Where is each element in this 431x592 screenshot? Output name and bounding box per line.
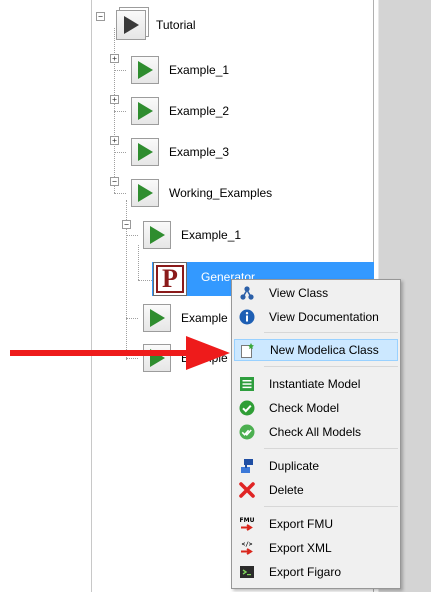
new-class-icon [240, 342, 256, 358]
expand-toggle[interactable]: + [110, 136, 119, 145]
menu-item-export-fmu[interactable]: FMU Export FMU [234, 513, 398, 535]
menu-item-label: Check All Models [269, 425, 362, 439]
tree-left-border [91, 0, 92, 592]
menu-item-label: New Modelica Class [270, 343, 379, 357]
info-icon [239, 309, 255, 325]
tree-item-label: Example_3 [169, 145, 230, 159]
tree-item-label: Working_Examples [169, 186, 273, 200]
tree-item-label: Example [181, 311, 228, 325]
instantiate-icon [239, 376, 255, 392]
menu-item-export-figaro[interactable]: Export Figaro [234, 561, 398, 583]
menu-item-view-class[interactable]: View Class [234, 282, 398, 304]
expand-toggle[interactable]: + [110, 54, 119, 63]
menu-item-label: Check Model [269, 401, 340, 415]
tree-item-label: Tutorial [156, 18, 196, 32]
xml-icon: </> [239, 540, 255, 556]
menu-item-label: View Class [269, 286, 329, 300]
tree-item-label: Example_1 [169, 63, 230, 77]
tree-connector [126, 358, 138, 359]
tree-item-example-a[interactable]: Example [143, 303, 228, 333]
delete-icon [239, 482, 255, 498]
tree-connector [114, 193, 126, 194]
p-class-icon: P [153, 262, 187, 296]
context-menu: View Class View Documentation New Modeli… [231, 279, 401, 589]
tree-item-working-examples[interactable]: Working_Examples [131, 178, 272, 208]
menu-item-label: Duplicate [269, 459, 320, 473]
menu-item-view-documentation[interactable]: View Documentation [234, 306, 398, 328]
model-play-icon [143, 221, 171, 249]
duplicate-icon [239, 458, 255, 474]
tree-item-label: Example_2 [169, 104, 230, 118]
menu-item-label: Instantiate Model [269, 377, 361, 391]
tree-connector [114, 111, 126, 112]
tree-connector [114, 152, 126, 153]
model-play-icon [131, 138, 159, 166]
tree-connector [138, 245, 139, 280]
tree-connector [138, 280, 152, 281]
menu-item-duplicate[interactable]: Duplicate [234, 455, 398, 477]
menu-item-new-modelica-class[interactable]: New Modelica Class [234, 339, 398, 361]
tree-item-tutorial[interactable]: Tutorial [116, 10, 196, 40]
check-icon [239, 400, 255, 416]
menu-item-export-xml[interactable]: </> Export XML [234, 537, 398, 559]
collapse-toggle[interactable]: − [122, 220, 131, 229]
tree-item-example-3[interactable]: Example_3 [131, 137, 229, 167]
model-play-icon [131, 97, 159, 125]
menu-item-delete[interactable]: Delete [234, 479, 398, 501]
menu-item-label: Export FMU [269, 517, 334, 531]
fmu-icon: FMU [239, 516, 255, 532]
model-play-icon [131, 179, 159, 207]
menu-separator [264, 506, 398, 507]
model-play-icon [143, 304, 171, 332]
check-all-icon [239, 424, 255, 440]
model-play-icon [143, 344, 171, 372]
package-icon [116, 10, 146, 40]
menu-separator [264, 332, 398, 333]
menu-separator [264, 366, 398, 367]
menu-separator [264, 448, 398, 449]
menu-item-check-model[interactable]: Check Model [234, 397, 398, 419]
view-class-icon [239, 285, 255, 301]
annotation-arrow-icon [186, 336, 230, 370]
tree-item-example-1[interactable]: Example_1 [131, 55, 229, 85]
tree-connector [114, 70, 126, 71]
collapse-toggle[interactable]: − [96, 12, 105, 21]
tree-item-label: Example_1 [181, 228, 242, 242]
tree-connector [126, 318, 138, 319]
menu-item-label: Delete [269, 483, 304, 497]
annotation-arrow-shaft [10, 350, 192, 356]
menu-item-label: View Documentation [269, 310, 379, 324]
model-play-icon [131, 56, 159, 84]
menu-item-check-all-models[interactable]: Check All Models [234, 421, 398, 443]
tree-item-working-example-1[interactable]: Example_1 [143, 220, 241, 250]
menu-item-instantiate-model[interactable]: Instantiate Model [234, 373, 398, 395]
menu-item-label: Export Figaro [269, 565, 342, 579]
tree-connector [126, 235, 138, 236]
tree-item-example-2[interactable]: Example_2 [131, 96, 229, 126]
figaro-icon [239, 564, 255, 580]
menu-item-label: Export XML [269, 541, 332, 555]
collapse-toggle[interactable]: − [110, 177, 119, 186]
expand-toggle[interactable]: + [110, 95, 119, 104]
